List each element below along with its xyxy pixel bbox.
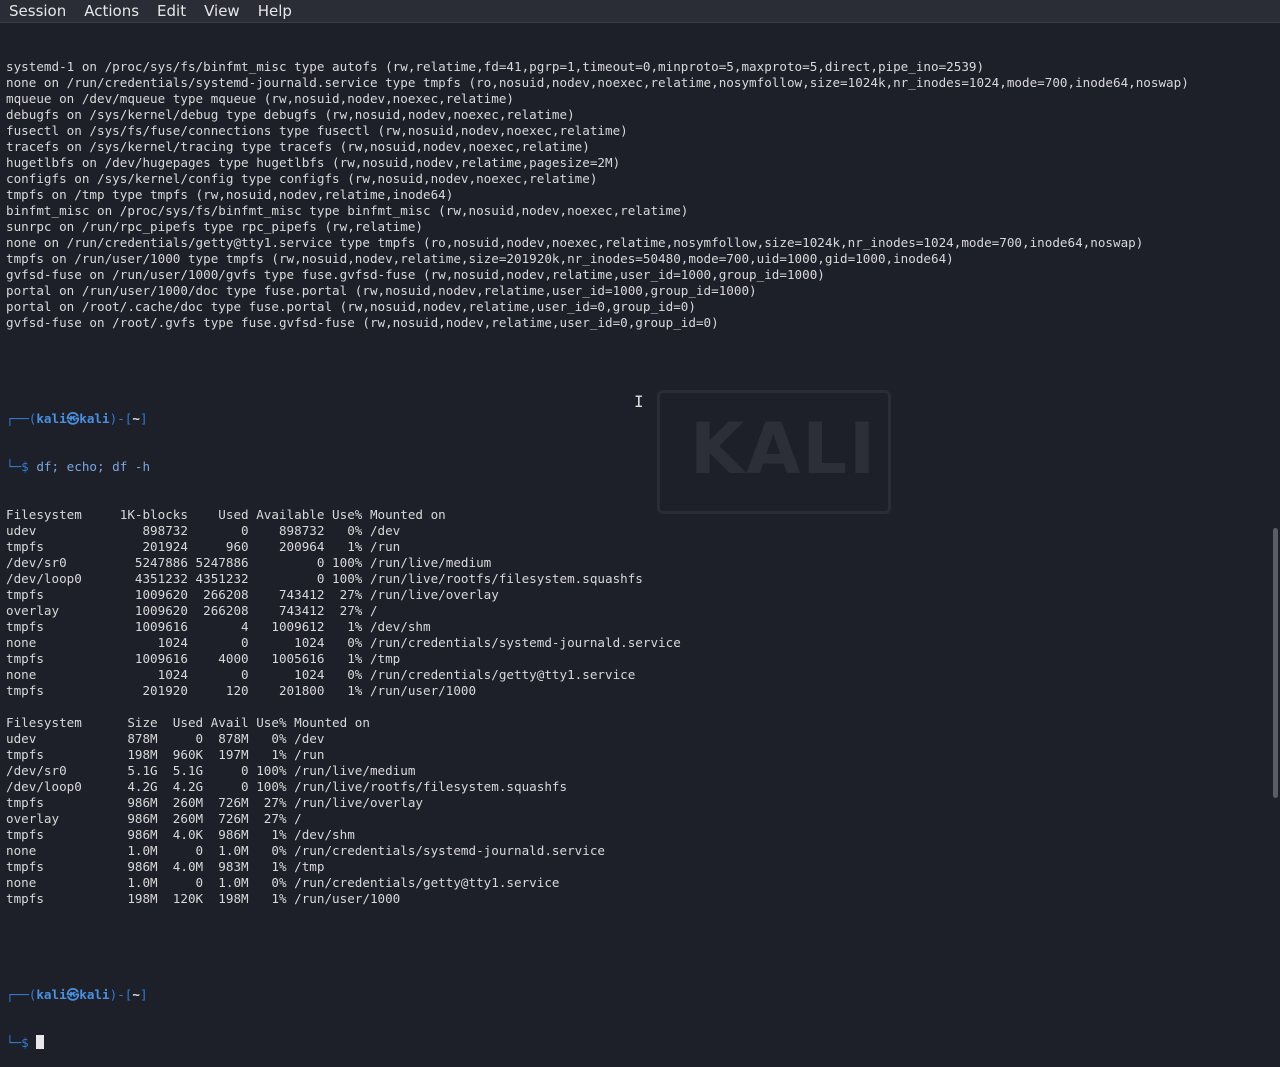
df-output: Filesystem 1K-blocks Used Available Use%… bbox=[6, 507, 1266, 907]
df-line: udev 878M 0 878M 0% /dev bbox=[6, 731, 325, 746]
prompt-end: ] bbox=[139, 411, 148, 426]
df-line: overlay 1009620 266208 743412 27% / bbox=[6, 603, 378, 618]
df-line: none 1024 0 1024 0% /run/credentials/sys… bbox=[6, 635, 681, 650]
df-line: Filesystem 1K-blocks Used Available Use%… bbox=[6, 507, 446, 522]
df-line: tmpfs 986M 4.0M 983M 1% /tmp bbox=[6, 859, 325, 874]
ibeam-cursor-icon: I bbox=[634, 392, 644, 411]
df-line: none 1024 0 1024 0% /run/credentials/get… bbox=[6, 667, 636, 682]
df-line: tmpfs 201924 960 200964 1% /run bbox=[6, 539, 401, 554]
output-line: none on /run/credentials/systemd-journal… bbox=[6, 75, 1189, 90]
df-line: /dev/loop0 4351232 4351232 0 100% /run/l… bbox=[6, 571, 643, 586]
output-line: gvfsd-fuse on /run/user/1000/gvfs type f… bbox=[6, 267, 825, 282]
output-line: configfs on /sys/kernel/config type conf… bbox=[6, 171, 598, 186]
df-line: none 1.0M 0 1.0M 0% /run/credentials/sys… bbox=[6, 843, 605, 858]
df-line: tmpfs 198M 120K 198M 1% /run/user/1000 bbox=[6, 891, 401, 906]
df-line: tmpfs 1009616 4 1009612 1% /dev/shm bbox=[6, 619, 431, 634]
output-line: binfmt_misc on /proc/sys/fs/binfmt_misc … bbox=[6, 203, 689, 218]
df-line: tmpfs 1009620 266208 743412 27% /run/liv… bbox=[6, 587, 499, 602]
prompt-path: ~ bbox=[132, 987, 140, 1002]
prompt-line-top-2: ┌──(kali㉿kali)-[~] bbox=[6, 987, 1266, 1003]
output-line: tracefs on /sys/kernel/tracing type trac… bbox=[6, 139, 590, 154]
output-line: debugfs on /sys/kernel/debug type debugf… bbox=[6, 107, 575, 122]
df-line: /dev/sr0 5247886 5247886 0 100% /run/liv… bbox=[6, 555, 492, 570]
output-line: portal on /run/user/1000/doc type fuse.p… bbox=[6, 283, 757, 298]
prompt-end: ] bbox=[139, 987, 148, 1002]
menu-bar: Session Actions Edit View Help bbox=[0, 0, 1280, 23]
command-text: df; echo; df -h bbox=[36, 459, 151, 474]
df-line: Filesystem Size Used Avail Use% Mounted … bbox=[6, 715, 370, 730]
command-line: └─$ df; echo; df -h bbox=[6, 459, 1266, 475]
output-line: none on /run/credentials/getty@tty1.serv… bbox=[6, 235, 1144, 250]
prompt-separator: )-[ bbox=[109, 411, 133, 426]
df-line bbox=[6, 699, 1266, 715]
output-line: fusectl on /sys/fs/fuse/connections type… bbox=[6, 123, 628, 138]
text-cursor bbox=[36, 1035, 45, 1049]
output-line: mqueue on /dev/mqueue type mqueue (rw,no… bbox=[6, 91, 514, 106]
df-line: tmpfs 198M 960K 197M 1% /run bbox=[6, 747, 325, 762]
prompt-corner: ┌──( bbox=[6, 987, 37, 1002]
menu-actions[interactable]: Actions bbox=[75, 0, 148, 22]
prompt-user: kali㉿kali bbox=[36, 411, 110, 426]
output-line: portal on /root/.cache/doc type fuse.por… bbox=[6, 299, 696, 314]
df-line: none 1.0M 0 1.0M 0% /run/credentials/get… bbox=[6, 875, 560, 890]
df-line: /dev/loop0 4.2G 4.2G 0 100% /run/live/ro… bbox=[6, 779, 568, 794]
output-line: tmpfs on /tmp type tmpfs (rw,nosuid,node… bbox=[6, 187, 454, 202]
prompt-dollar: └─$ bbox=[6, 459, 37, 474]
df-line: /dev/sr0 5.1G 5.1G 0 100% /run/live/medi… bbox=[6, 763, 416, 778]
prompt-user: kali㉿kali bbox=[36, 987, 110, 1002]
df-line: tmpfs 986M 260M 726M 27% /run/live/overl… bbox=[6, 795, 424, 810]
prompt-dollar: └─$ bbox=[6, 1035, 37, 1050]
menu-help[interactable]: Help bbox=[249, 0, 301, 22]
prompt-separator: )-[ bbox=[109, 987, 133, 1002]
output-line: gvfsd-fuse on /root/.gvfs type fuse.gvfs… bbox=[6, 315, 719, 330]
df-line: tmpfs 1009616 4000 1005616 1% /tmp bbox=[6, 651, 401, 666]
input-line[interactable]: └─$ bbox=[6, 1035, 1266, 1051]
terminal-output[interactable]: systemd-1 on /proc/sys/fs/binfmt_misc ty… bbox=[6, 27, 1266, 1050]
menu-edit[interactable]: Edit bbox=[148, 0, 195, 22]
df-line: tmpfs 201920 120 201800 1% /run/user/100… bbox=[6, 683, 477, 698]
output-line: tmpfs on /run/user/1000 type tmpfs (rw,n… bbox=[6, 251, 954, 266]
menu-session[interactable]: Session bbox=[0, 0, 75, 22]
output-line: systemd-1 on /proc/sys/fs/binfmt_misc ty… bbox=[6, 59, 985, 74]
scrollbar[interactable] bbox=[1273, 528, 1278, 798]
prompt-line-top: ┌──(kali㉿kali)-[~] bbox=[6, 411, 1266, 427]
prompt-corner: ┌──( bbox=[6, 411, 37, 426]
menu-view[interactable]: View bbox=[195, 0, 249, 22]
df-line: udev 898732 0 898732 0% /dev bbox=[6, 523, 401, 538]
output-line: hugetlbfs on /dev/hugepages type hugetlb… bbox=[6, 155, 621, 170]
output-line: sunrpc on /run/rpc_pipefs type rpc_pipef… bbox=[6, 219, 424, 234]
df-line: overlay 986M 260M 726M 27% / bbox=[6, 811, 302, 826]
prompt-path: ~ bbox=[132, 411, 140, 426]
df-line: tmpfs 986M 4.0K 986M 1% /dev/shm bbox=[6, 827, 355, 842]
mount-output: systemd-1 on /proc/sys/fs/binfmt_misc ty… bbox=[6, 59, 1266, 331]
